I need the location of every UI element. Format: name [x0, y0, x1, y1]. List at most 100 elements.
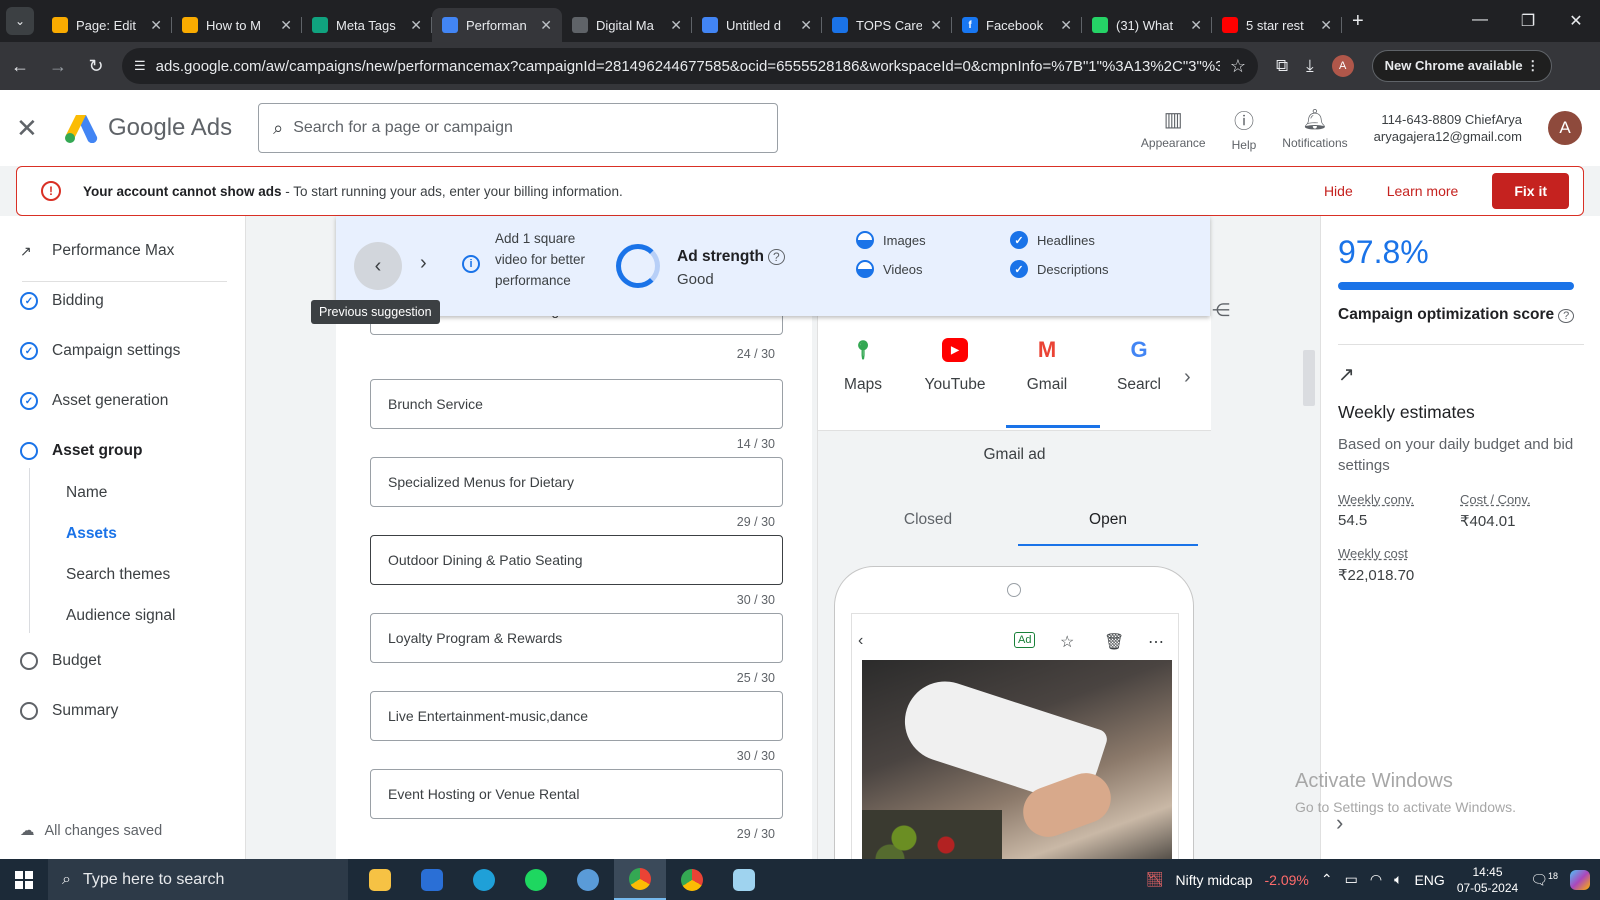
close-window-button[interactable]: ✕ [1552, 11, 1600, 31]
google-ads-logo[interactable]: Google Ads [64, 113, 232, 143]
back-arrow-icon[interactable]: ‹ [858, 632, 863, 650]
forward-button[interactable]: → [40, 56, 76, 77]
weekly-conv-label[interactable]: Weekly conv. [1338, 492, 1414, 507]
channel-youtube[interactable]: ▶ YouTube [910, 338, 1000, 394]
browser-tab[interactable]: (31) What ✕ [1082, 8, 1212, 42]
minimize-button[interactable]: — [1456, 11, 1504, 31]
previous-suggestion-button[interactable]: ‹ [354, 242, 402, 290]
clock[interactable]: 14:45 07-05-2024 [1457, 864, 1518, 896]
nav-campaign-settings[interactable]: ✓ Campaign settings [20, 342, 180, 360]
channel-gmail[interactable]: M Gmail [1002, 337, 1092, 394]
restore-button[interactable]: ❐ [1504, 11, 1552, 31]
learn-more-link[interactable]: Learn more [1387, 183, 1459, 199]
wifi-icon[interactable]: ◠ [1370, 871, 1382, 888]
tab-close-icon[interactable]: ✕ [1320, 17, 1332, 34]
tab-closed[interactable]: Closed [838, 511, 1018, 529]
chevron-right-icon[interactable]: › [1336, 810, 1343, 836]
close-icon[interactable]: ✕ [16, 113, 52, 144]
tab-close-icon[interactable]: ✕ [670, 17, 682, 34]
account-info[interactable]: 114-643-8809 ChiefArya aryagajera12@gmai… [1374, 111, 1522, 145]
hide-link[interactable]: Hide [1324, 183, 1353, 199]
help-button[interactable]: ⓘ Help [1232, 105, 1257, 152]
edge-app[interactable] [458, 859, 510, 900]
nav-sub-audience-signal[interactable]: Audience signal [66, 607, 175, 625]
browser-tab[interactable]: Meta Tags ✕ [302, 8, 432, 42]
file-explorer-app[interactable] [354, 859, 406, 900]
reload-button[interactable]: ↻ [78, 56, 114, 77]
channel-maps[interactable]: 📍︎ Maps [818, 338, 908, 394]
battery-icon[interactable]: ▭ [1345, 871, 1358, 888]
new-chrome-available-button[interactable]: New Chrome available ⋮ [1371, 50, 1553, 82]
fix-it-button[interactable]: Fix it [1492, 173, 1569, 209]
nav-asset-group[interactable]: Asset group [20, 442, 142, 460]
nav-sub-search-themes[interactable]: Search themes [66, 566, 170, 584]
start-button[interactable] [0, 859, 48, 900]
tab-close-icon[interactable]: ✕ [1190, 17, 1202, 34]
tab-close-icon[interactable]: ✕ [280, 17, 292, 34]
new-tab-button[interactable]: + [1352, 10, 1364, 33]
help-icon[interactable]: ? [1558, 309, 1575, 323]
tab-search-button[interactable]: ⌄ [6, 7, 34, 35]
chevron-right-icon[interactable]: › [1184, 366, 1191, 389]
notification-center-icon[interactable]: 🗨︎18 [1530, 871, 1558, 889]
tab-close-icon[interactable]: ✕ [1060, 17, 1072, 34]
star-icon[interactable]: ☆ [1060, 632, 1074, 652]
browser-tab[interactable]: Performan ✕ [432, 8, 562, 42]
notepad-app[interactable] [718, 859, 770, 900]
url-text[interactable]: ads.google.com/aw/campaigns/new/performa… [156, 58, 1220, 75]
store-app[interactable] [406, 859, 458, 900]
tab-close-icon[interactable]: ✕ [930, 17, 942, 34]
weekly-cost-label[interactable]: Weekly cost [1338, 546, 1408, 561]
nav-bidding[interactable]: ✓ Bidding [20, 292, 104, 310]
site-info-icon[interactable]: ☰ [134, 58, 146, 74]
extensions-icon[interactable]: ⧉ [1276, 56, 1288, 76]
next-suggestion-button[interactable]: › [420, 252, 427, 275]
nav-sub-name[interactable]: Name [66, 484, 107, 502]
channel-search[interactable]: G Searcl [1094, 337, 1184, 394]
back-button[interactable]: ← [2, 56, 38, 77]
tab-close-icon[interactable]: ✕ [150, 17, 162, 34]
delete-icon[interactable]: 🗑︎ [1104, 632, 1124, 652]
appearance-button[interactable]: ▥ Appearance [1141, 107, 1206, 150]
browser-tab[interactable]: 5 star rest ✕ [1212, 8, 1342, 42]
language-indicator[interactable]: ENG [1414, 872, 1444, 888]
notifications-button[interactable]: 🔔︎ Notifications [1282, 107, 1347, 150]
browser-tab[interactable]: Digital Ma ✕ [562, 8, 692, 42]
tab-open[interactable]: Open [1018, 511, 1198, 529]
copilot-icon[interactable] [1570, 869, 1590, 890]
taskbar-search[interactable]: ⌕ Type here to search [48, 859, 348, 900]
nav-asset-generation[interactable]: ✓ Asset generation [20, 392, 168, 410]
chevron-up-icon[interactable]: ⌃ [1321, 871, 1333, 888]
profile-avatar[interactable]: A [1331, 55, 1354, 77]
headline-input[interactable]: Live Entertainment-music,dance [370, 691, 783, 741]
headline-input[interactable]: Specialized Menus for Dietary [370, 457, 783, 507]
nav-sub-assets[interactable]: Assets [66, 525, 117, 543]
chrome-app[interactable] [614, 859, 666, 900]
browser-tab[interactable]: How to M ✕ [172, 8, 302, 42]
browser-tab[interactable]: f Facebook ✕ [952, 8, 1082, 42]
tab-close-icon[interactable]: ✕ [800, 17, 812, 34]
help-icon[interactable]: ? [767, 249, 785, 265]
ticker-name[interactable]: Nifty midcap [1175, 872, 1252, 888]
spotify-app[interactable] [510, 859, 562, 900]
browser-tab[interactable]: TOPS Care ✕ [822, 8, 952, 42]
cost-conv-label[interactable]: Cost / Conv. [1460, 492, 1531, 507]
headline-input[interactable]: Outdoor Dining & Patio Seating [370, 535, 783, 585]
volume-icon[interactable]: 🔈︎ [1394, 871, 1402, 888]
headline-input[interactable]: Loyalty Program & Rewards [370, 613, 783, 663]
download-icon[interactable]: ⤓ [1306, 56, 1314, 76]
more-horiz-icon[interactable]: ⋯ [1148, 632, 1164, 652]
bookmark-star-icon[interactable]: ☆ [1230, 56, 1246, 77]
scrollbar-thumb[interactable] [1303, 350, 1315, 406]
browser-tab[interactable]: Page: Edit ✕ [42, 8, 172, 42]
nav-budget[interactable]: Budget [20, 652, 101, 670]
network-app[interactable] [562, 859, 614, 900]
nav-summary[interactable]: Summary [20, 702, 118, 720]
headline-input[interactable]: Event Hosting or Venue Rental [370, 769, 783, 819]
nav-performance-max[interactable]: ↗ Performance Max [20, 242, 174, 260]
headline-input[interactable]: Brunch Service [370, 379, 783, 429]
omnibox[interactable]: ☰ ads.google.com/aw/campaigns/new/perfor… [122, 48, 1258, 84]
chrome-app-2[interactable] [666, 859, 718, 900]
tab-close-icon[interactable]: ✕ [540, 17, 552, 34]
avatar[interactable]: A [1548, 111, 1582, 145]
